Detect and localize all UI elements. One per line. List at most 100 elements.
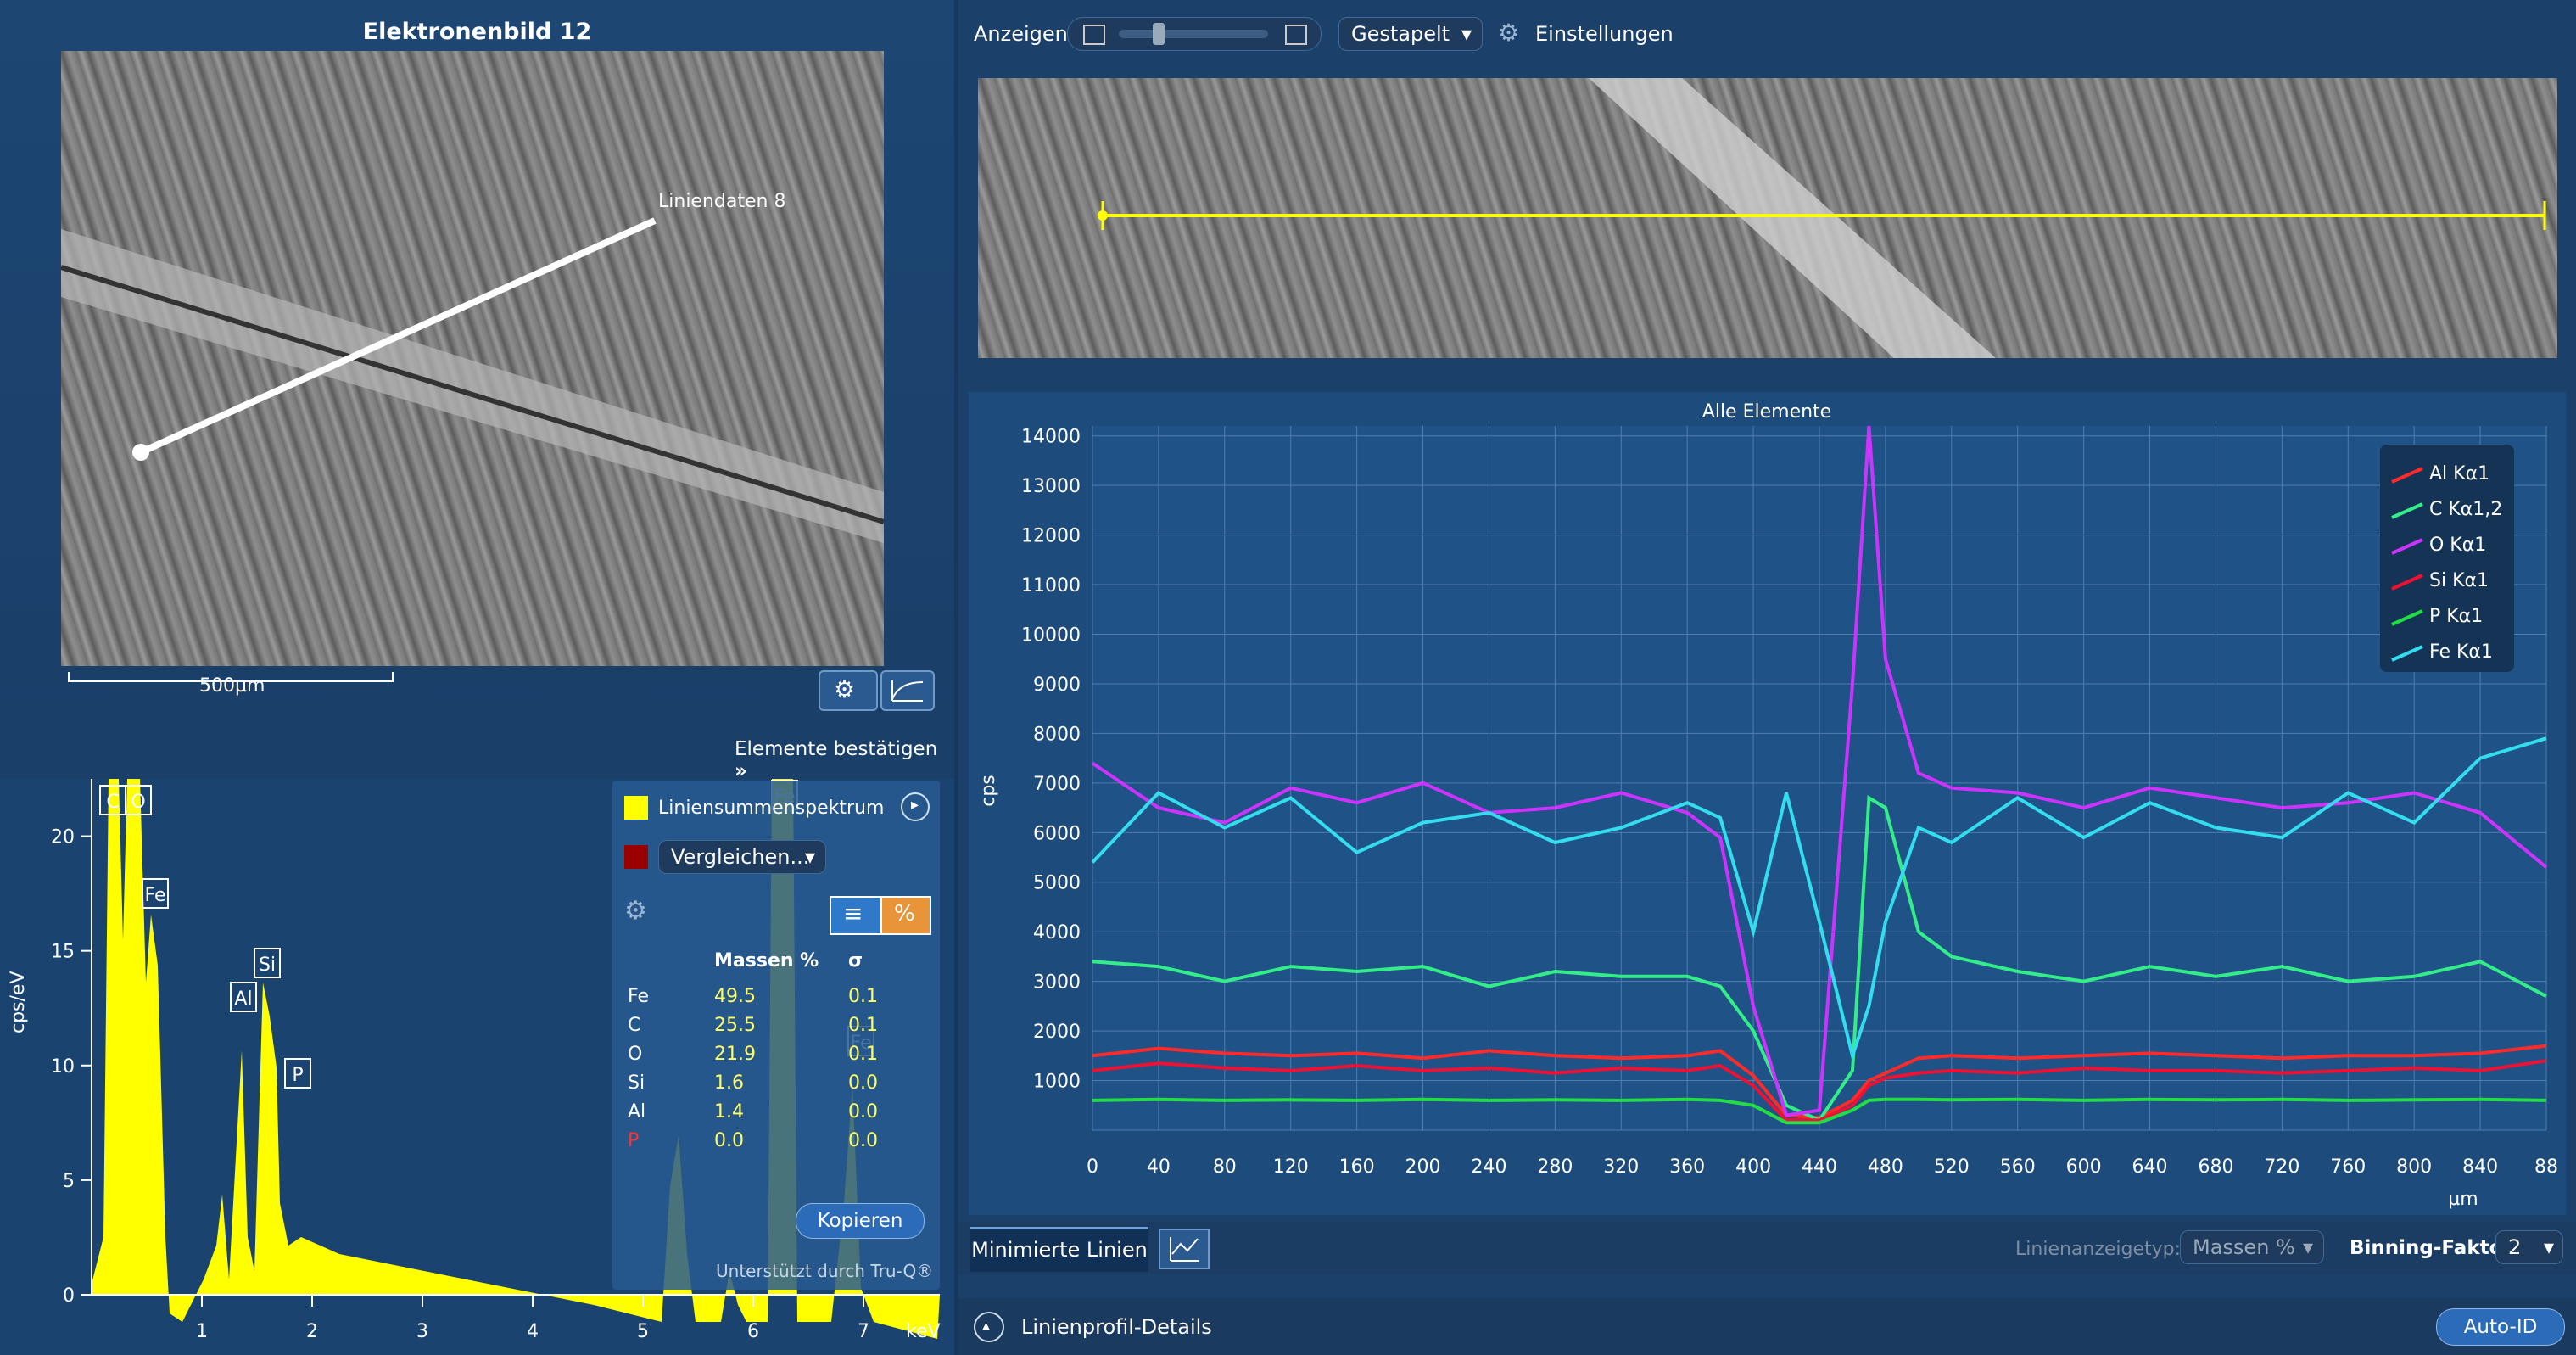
chart-legend: Al Kα1 C Kα1,2 O Kα1 Si Kα1 P Kα1 Fe Kα1 <box>2380 445 2514 672</box>
spectrum-y-label: cps/eV <box>8 971 29 1033</box>
chart-x-tick-label: 600 <box>2066 1156 2102 1178</box>
legend-swatch <box>2391 645 2423 662</box>
legend-label: Si Kα1 <box>2429 570 2489 591</box>
spectrum-x-tick-label: 2 <box>306 1321 318 1342</box>
view-slider[interactable] <box>1067 17 1322 51</box>
spectrum-x-tick-label: 5 <box>637 1321 649 1342</box>
legend-label: O Kα1 <box>2429 535 2487 556</box>
chart-y-tick-label: 2000 <box>1033 1022 1081 1043</box>
chart-x-tick-label: 320 <box>1603 1156 1639 1178</box>
peak-label: P <box>292 1065 303 1086</box>
spectrum-y-tick-label: 15 <box>51 942 75 963</box>
copy-button-label: Kopieren <box>817 1210 903 1232</box>
chart-y-tick-label: 13000 <box>1021 476 1081 497</box>
result-mass: 49.5 <box>714 986 756 1007</box>
settings-gear-icon[interactable]: ⚙ <box>1498 19 1519 47</box>
line-type-dropdown[interactable]: Massen % ▾ <box>2180 1230 2324 1264</box>
legend-item[interactable]: Si Kα1 <box>2390 568 2509 594</box>
legend-item[interactable]: O Kα1 <box>2390 533 2509 558</box>
chart-x-tick-label: 480 <box>1868 1156 1903 1178</box>
scale-bar-label: 500µm <box>199 675 265 697</box>
chart-x-tick-label: 0 <box>1087 1156 1098 1178</box>
image-settings-button[interactable]: ⚙ <box>819 670 878 711</box>
sigma-header: σ <box>848 950 863 971</box>
chart-x-tick-label: 680 <box>2198 1156 2233 1178</box>
slider-thumb[interactable] <box>1153 23 1165 45</box>
result-element: O <box>628 1044 643 1065</box>
spectrum-y-tick-label: 5 <box>63 1171 75 1192</box>
legend-swatch <box>2391 502 2423 519</box>
chart-x-tick-label: 360 <box>1669 1156 1705 1178</box>
list-view-button[interactable]: ≡ <box>830 896 882 935</box>
legend-item[interactable]: Fe Kα1 <box>2390 640 2509 665</box>
legend-item[interactable]: P Kα1 <box>2390 604 2509 630</box>
legend-item[interactable]: C Kα1,2 <box>2390 497 2509 523</box>
details-bar: ▴ Linienprofil-Details Auto-ID <box>958 1298 2576 1355</box>
chart-y-tick-label: 14000 <box>1021 427 1081 448</box>
scan-line-label: Liniendaten 8 <box>658 191 786 212</box>
line-type-value: Massen % <box>2193 1235 2295 1259</box>
legend-label: C Kα1,2 <box>2429 499 2503 520</box>
peak-label: Al <box>234 988 252 1010</box>
result-sigma: 0.0 <box>848 1130 878 1151</box>
legend-item[interactable]: Al Kα1 <box>2390 462 2509 487</box>
spectrum-panel: Elemente bestätigen » 20 15 10 5 0 1234567 c… <box>0 728 954 1355</box>
spectrum-color-swatch[interactable] <box>624 796 648 820</box>
spectrum-x-tick-label: 6 <box>747 1321 759 1342</box>
chart-y-tick-label: 8000 <box>1033 724 1081 745</box>
percent-icon: % <box>894 901 915 927</box>
spectrum-x-tick-label: 3 <box>416 1321 428 1342</box>
spectrum-x-unit: keV <box>906 1321 941 1342</box>
settings-link[interactable]: Einstellungen <box>1535 22 1674 46</box>
spectrum-y-tick-label: 20 <box>51 827 75 848</box>
chart-options-button[interactable] <box>1159 1229 1210 1269</box>
caret-down-icon: ▾ <box>1461 22 1472 46</box>
gear-sun-icon: ⚙ <box>834 675 856 703</box>
result-mass: 1.6 <box>714 1072 744 1094</box>
chart-y-tick-label: 5000 <box>1033 873 1081 894</box>
chart-y-label: cps <box>978 775 999 807</box>
binning-dropdown[interactable]: 2 ▾ <box>2495 1230 2563 1264</box>
slider-track[interactable] <box>1119 30 1268 38</box>
tab-minimized-lines[interactable]: Minimierte Linien <box>970 1227 1148 1272</box>
result-sigma: 0.1 <box>848 1015 878 1036</box>
chart-y-tick-label: 10000 <box>1021 624 1081 646</box>
percent-view-button[interactable]: % <box>880 896 931 935</box>
chart-title: Alle Elemente <box>1702 401 1831 423</box>
copy-button[interactable]: Kopieren <box>796 1203 925 1239</box>
auto-id-label: Auto-ID <box>2463 1316 2538 1338</box>
caret-down-icon: ▾ <box>2302 1235 2313 1259</box>
compare-dropdown[interactable]: Vergleichen... ▾ <box>658 840 826 874</box>
spectrum-legend-card: Liniensummenspektrum ▸ Vergleichen... ▾ … <box>612 781 940 1290</box>
bottom-toolbar: Minimierte Linien Linienanzeigetyp: Mass… <box>958 1222 2576 1274</box>
caret-down-icon: ▾ <box>2543 1235 2554 1259</box>
chart-x-tick-label: 80 <box>1213 1156 1237 1178</box>
chart-y-tick-label: 7000 <box>1033 774 1081 795</box>
line-chart[interactable]: Alle Elemente cps µm 14000 13000 12000 1100… <box>969 392 2566 1215</box>
chart-x-tick-label: 800 <box>2396 1156 2432 1178</box>
result-mass: 0.0 <box>714 1130 744 1151</box>
expand-details-button[interactable]: ▴ <box>974 1312 1004 1342</box>
chart-x-tick-label: 440 <box>1802 1156 1837 1178</box>
gear-icon[interactable]: ⚙ <box>624 896 647 926</box>
electron-image[interactable]: Liniendaten 8 <box>61 51 884 666</box>
chart-icon <box>1170 1237 1199 1262</box>
binning-label: Binning-Faktor: <box>2350 1237 2520 1259</box>
play-button[interactable]: ▸ <box>901 792 930 821</box>
line-image-strip[interactable] <box>978 78 2557 358</box>
legend-swatch <box>2391 467 2423 484</box>
layout-dropdown[interactable]: Gestapelt ▾ <box>1338 17 1483 51</box>
peak-label: O <box>131 792 145 813</box>
chart-x-tick-label: 120 <box>1273 1156 1309 1178</box>
peak-label: Fe <box>145 885 166 906</box>
compare-dropdown-value: Vergleichen... <box>671 845 810 869</box>
chart-x-tick-label: 400 <box>1735 1156 1771 1178</box>
auto-id-button[interactable]: Auto-ID <box>2436 1308 2565 1346</box>
contrast-curve-button[interactable] <box>880 670 935 711</box>
chart-x-tick-label: 200 <box>1405 1156 1441 1178</box>
legend-swatch <box>2391 609 2423 626</box>
chart-x-tick-label: 720 <box>2264 1156 2299 1178</box>
spectrum-primary-label: Liniensummenspektrum <box>658 798 885 819</box>
chart-y-tick-label: 4000 <box>1033 922 1081 943</box>
compare-color-swatch[interactable] <box>624 845 648 869</box>
